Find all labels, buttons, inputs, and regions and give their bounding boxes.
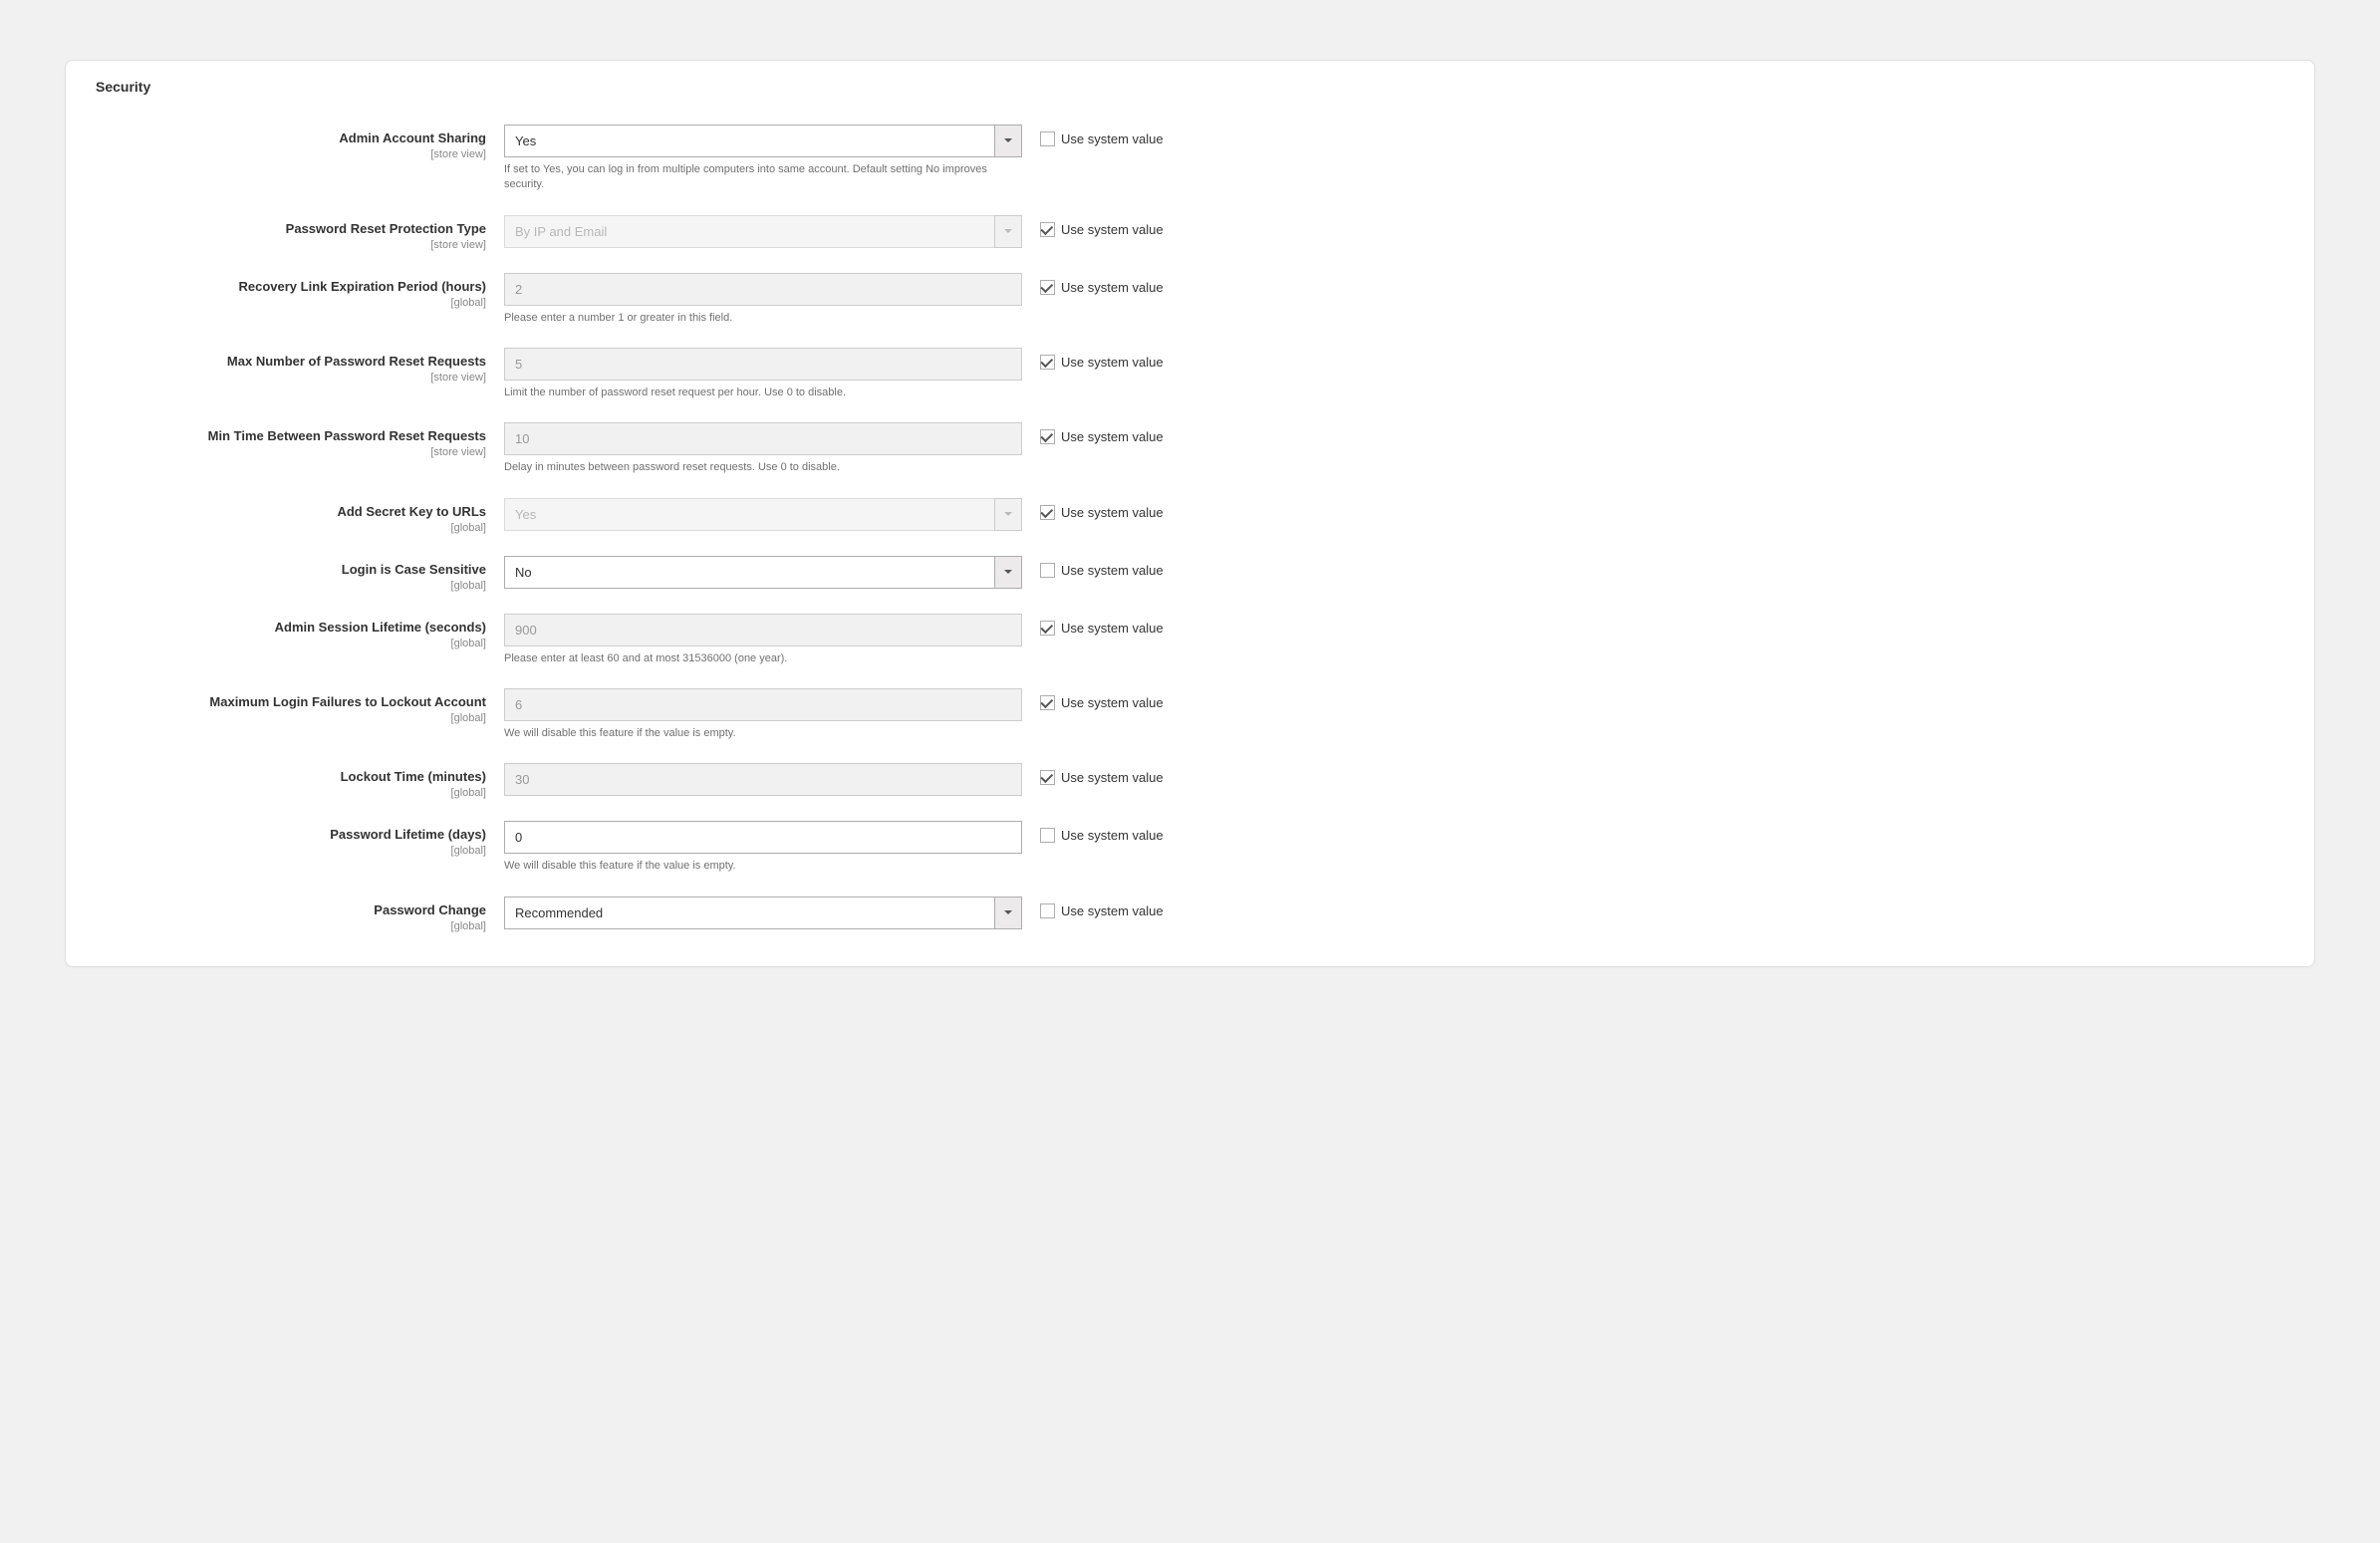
password-reset-protection-select: By IP and Email <box>504 215 1022 248</box>
password-change-select[interactable]: Recommended <box>504 897 1022 929</box>
checkbox-label[interactable]: Use system value <box>1061 770 1164 785</box>
scope-label: [global] <box>96 787 486 799</box>
scope-label: [global] <box>96 580 486 592</box>
section-title: Security <box>96 79 2284 95</box>
field-row-password-lifetime: Password Lifetime (days) [global] We wil… <box>96 821 2284 874</box>
helper-text: Please enter a number 1 or greater in th… <box>504 311 1022 326</box>
helper-text: Please enter at least 60 and at most 315… <box>504 651 1022 666</box>
scope-label: [global] <box>96 845 486 857</box>
use-system-value-checkbox[interactable] <box>1040 131 1055 146</box>
checkbox-label[interactable]: Use system value <box>1061 903 1164 918</box>
field-row-max-password-reset-requests: Max Number of Password Reset Requests [s… <box>96 348 2284 400</box>
field-label: Admin Account Sharing <box>339 130 486 145</box>
session-lifetime-input <box>504 614 1022 646</box>
checkbox-label[interactable]: Use system value <box>1061 222 1164 237</box>
scope-label: [global] <box>96 297 486 309</box>
security-settings-panel: Security Admin Account Sharing [store vi… <box>65 60 2315 967</box>
field-label: Admin Session Lifetime (seconds) <box>275 620 486 635</box>
field-label: Password Reset Protection Type <box>286 221 486 236</box>
field-label: Password Lifetime (days) <box>330 827 486 842</box>
password-lifetime-input[interactable] <box>504 821 1022 854</box>
field-row-min-time-between-reset: Min Time Between Password Reset Requests… <box>96 422 2284 475</box>
max-login-failures-input <box>504 688 1022 721</box>
checkbox-label[interactable]: Use system value <box>1061 280 1164 295</box>
scope-label: [global] <box>96 522 486 534</box>
helper-text: We will disable this feature if the valu… <box>504 859 1022 874</box>
helper-text: If set to Yes, you can log in from multi… <box>504 162 1022 193</box>
field-row-recovery-link-expiration: Recovery Link Expiration Period (hours) … <box>96 273 2284 326</box>
field-label: Add Secret Key to URLs <box>337 504 486 519</box>
scope-label: [store view] <box>96 446 486 458</box>
helper-text: We will disable this feature if the valu… <box>504 726 1022 741</box>
scope-label: [store view] <box>96 239 486 251</box>
use-system-value-checkbox[interactable] <box>1040 695 1055 710</box>
use-system-value-checkbox[interactable] <box>1040 828 1055 843</box>
field-label: Min Time Between Password Reset Requests <box>208 428 486 443</box>
field-row-password-change: Password Change [global] Recommended Use… <box>96 897 2284 932</box>
field-row-login-case-sensitive: Login is Case Sensitive [global] No Use … <box>96 556 2284 592</box>
field-label: Login is Case Sensitive <box>342 562 486 577</box>
field-label: Password Change <box>374 902 486 917</box>
checkbox-label[interactable]: Use system value <box>1061 355 1164 370</box>
use-system-value-checkbox[interactable] <box>1040 621 1055 636</box>
lockout-time-input <box>504 763 1022 796</box>
checkbox-label[interactable]: Use system value <box>1061 695 1164 710</box>
use-system-value-checkbox[interactable] <box>1040 280 1055 295</box>
use-system-value-checkbox[interactable] <box>1040 355 1055 370</box>
field-row-admin-account-sharing: Admin Account Sharing [store view] Yes I… <box>96 125 2284 193</box>
min-time-between-reset-input <box>504 422 1022 455</box>
use-system-value-checkbox[interactable] <box>1040 770 1055 785</box>
field-row-session-lifetime: Admin Session Lifetime (seconds) [global… <box>96 614 2284 666</box>
use-system-value-checkbox[interactable] <box>1040 505 1055 520</box>
scope-label: [store view] <box>96 148 486 160</box>
scope-label: [store view] <box>96 372 486 384</box>
scope-label: [global] <box>96 712 486 724</box>
field-label: Maximum Login Failures to Lockout Accoun… <box>209 694 486 709</box>
max-password-reset-requests-input <box>504 348 1022 381</box>
checkbox-label[interactable]: Use system value <box>1061 621 1164 636</box>
add-secret-key-select: Yes <box>504 498 1022 531</box>
use-system-value-checkbox[interactable] <box>1040 563 1055 578</box>
admin-account-sharing-select[interactable]: Yes <box>504 125 1022 157</box>
helper-text: Delay in minutes between password reset … <box>504 460 1022 475</box>
field-label: Recovery Link Expiration Period (hours) <box>239 279 487 294</box>
checkbox-label[interactable]: Use system value <box>1061 505 1164 520</box>
checkbox-label[interactable]: Use system value <box>1061 563 1164 578</box>
login-case-sensitive-select[interactable]: No <box>504 556 1022 589</box>
scope-label: [global] <box>96 638 486 649</box>
field-row-add-secret-key: Add Secret Key to URLs [global] Yes Use … <box>96 498 2284 534</box>
use-system-value-checkbox[interactable] <box>1040 903 1055 918</box>
checkbox-label[interactable]: Use system value <box>1061 429 1164 444</box>
scope-label: [global] <box>96 920 486 932</box>
field-row-max-login-failures: Maximum Login Failures to Lockout Accoun… <box>96 688 2284 741</box>
field-label: Lockout Time (minutes) <box>341 769 486 784</box>
field-row-password-reset-protection: Password Reset Protection Type [store vi… <box>96 215 2284 251</box>
field-row-lockout-time: Lockout Time (minutes) [global] Use syst… <box>96 763 2284 799</box>
field-label: Max Number of Password Reset Requests <box>227 354 486 369</box>
use-system-value-checkbox[interactable] <box>1040 222 1055 237</box>
checkbox-label[interactable]: Use system value <box>1061 828 1164 843</box>
helper-text: Limit the number of password reset reque… <box>504 386 1022 400</box>
checkbox-label[interactable]: Use system value <box>1061 131 1164 146</box>
recovery-link-expiration-input <box>504 273 1022 306</box>
use-system-value-checkbox[interactable] <box>1040 429 1055 444</box>
